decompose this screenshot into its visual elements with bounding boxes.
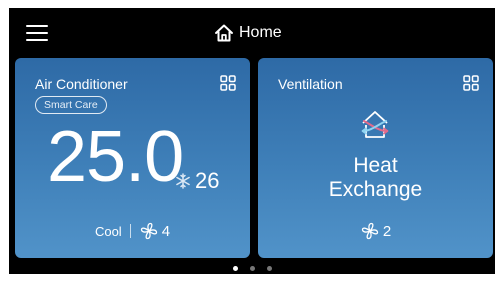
device-screen: Home Air Conditioner Smart Care 25.0 26 …: [9, 8, 495, 274]
vent-status-row: 2: [258, 221, 493, 241]
page-indicator: [9, 266, 495, 271]
page-title: Home: [214, 22, 282, 44]
divider: [129, 224, 131, 238]
snowflake-icon: [176, 173, 190, 189]
current-temperature: 25.0: [47, 117, 184, 197]
card-title-ventilation: Ventilation: [278, 76, 343, 92]
ventilation-card[interactable]: Ventilation Heat Exchange 2: [258, 58, 493, 258]
grid-icon[interactable]: [220, 75, 236, 91]
home-icon: [215, 24, 233, 42]
air-conditioner-card[interactable]: Air Conditioner Smart Care 25.0 26 Cool: [15, 58, 250, 258]
page-dot[interactable]: [249, 266, 255, 271]
heat-exchange-icon: [361, 111, 389, 138]
top-bar: Home: [9, 8, 495, 58]
ventilation-mode-line1: Heat: [353, 154, 398, 177]
fan-speed-value: 2: [382, 222, 392, 240]
grid-icon[interactable]: [463, 75, 479, 91]
page-dot[interactable]: [266, 266, 272, 271]
operation-mode: Cool: [94, 223, 122, 239]
ventilation-mode: Heat Exchange: [258, 154, 493, 202]
fan-speed-value: 4: [161, 222, 171, 240]
ventilation-mode-line2: Exchange: [328, 178, 423, 201]
menu-icon-bar: [26, 39, 48, 41]
fan-icon: [361, 222, 378, 240]
menu-button[interactable]: [26, 23, 48, 43]
ac-status-row: Cool 4: [15, 221, 250, 241]
fan-speed: 4: [139, 221, 170, 241]
page-title-text: Home: [239, 24, 282, 41]
target-temperature-value: 26: [195, 168, 220, 193]
menu-icon-bar: [26, 32, 48, 34]
card-title-air-conditioner: Air Conditioner: [35, 76, 128, 92]
fan-icon: [140, 222, 157, 240]
fan-speed: 2: [360, 221, 391, 241]
page-dot-active[interactable]: [232, 266, 238, 271]
smart-care-badge: Smart Care: [35, 96, 107, 114]
menu-icon-bar: [26, 25, 48, 27]
target-temperature: 26: [175, 168, 219, 194]
